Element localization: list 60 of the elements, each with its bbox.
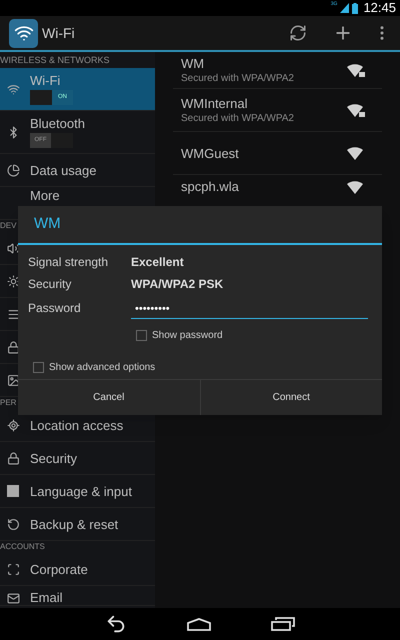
field-label: Password	[28, 300, 82, 317]
sidebar-item[interactable]: Email	[0, 586, 155, 606]
wifi-icon	[6, 82, 20, 96]
checkbox[interactable]	[136, 330, 147, 340]
network-name: WMGuest	[181, 146, 240, 160]
sidebar-label: Backup & reset	[30, 516, 118, 532]
back-icon[interactable]	[105, 613, 127, 635]
network-name: WM	[181, 56, 206, 70]
app-icon[interactable]	[9, 18, 38, 48]
corner-brackets-icon	[6, 562, 20, 576]
sidebar-label: Language & input	[30, 484, 132, 498]
field-value: Excellent	[131, 254, 184, 271]
locked-wifi-icon	[346, 102, 366, 118]
recent-apps-icon[interactable]	[271, 617, 295, 631]
network-name: spcph.wla	[181, 179, 240, 194]
wifi-icon	[346, 179, 366, 195]
window-title: Wi-Fi	[42, 24, 75, 42]
sidebar-label: More	[30, 188, 60, 203]
list-icon	[6, 308, 20, 320]
field-value: WPA/WPA2 PSK	[131, 276, 224, 293]
location-icon	[6, 418, 20, 432]
section-header: DEV	[0, 221, 16, 230]
section-header: ACCOUNTS	[0, 542, 45, 551]
lock-icon	[6, 452, 20, 464]
field-label: Security	[28, 276, 72, 293]
pie-chart-icon	[6, 164, 20, 176]
network-name: WMInternal	[181, 96, 248, 110]
home-icon[interactable]	[187, 618, 211, 630]
lock-icon	[6, 340, 20, 354]
sidebar-label: Security	[30, 450, 77, 466]
sidebar-label: Location access	[30, 418, 124, 432]
network-item[interactable]: WMInternal Secured with WPA/WPA2	[173, 89, 382, 132]
section-header: WIRELESS & NETWORKS	[0, 55, 110, 65]
checkbox[interactable]	[33, 362, 44, 372]
battery-icon	[352, 2, 358, 14]
checkbox-label: Show advanced options	[49, 360, 156, 374]
password-field[interactable]: •••••••••	[131, 299, 368, 319]
locked-wifi-icon	[346, 62, 366, 78]
sidebar-label: Corporate	[30, 562, 88, 576]
mail-icon	[6, 592, 20, 605]
sidebar-label: Bluetooth	[30, 116, 85, 131]
sidebar-label: Wi-Fi	[30, 73, 62, 88]
network-security: Secured with WPA/WPA2	[181, 72, 295, 84]
checkbox-label: Show password	[152, 328, 223, 342]
network-item[interactable]: WMGuest	[173, 132, 382, 175]
sidebar-label: Data usage	[30, 162, 96, 178]
refresh-icon[interactable]	[289, 24, 307, 42]
image-icon	[6, 374, 20, 386]
signal-icon	[340, 3, 350, 13]
sidebar-item[interactable]: Language & input	[0, 475, 155, 508]
wifi-icon	[346, 145, 366, 161]
network-security: Secured with WPA/WPA2	[181, 112, 295, 124]
section-header: PER	[0, 398, 16, 407]
restore-icon	[6, 518, 20, 530]
sidebar-label: Email	[30, 590, 63, 605]
field-label: Signal strength	[28, 254, 110, 271]
dialog-button[interactable]: Connect	[200, 380, 382, 415]
sun-icon	[6, 274, 20, 288]
network-item[interactable]: WM Secured with WPA/WPA2	[173, 52, 382, 89]
clock: 12:45	[363, 0, 396, 18]
